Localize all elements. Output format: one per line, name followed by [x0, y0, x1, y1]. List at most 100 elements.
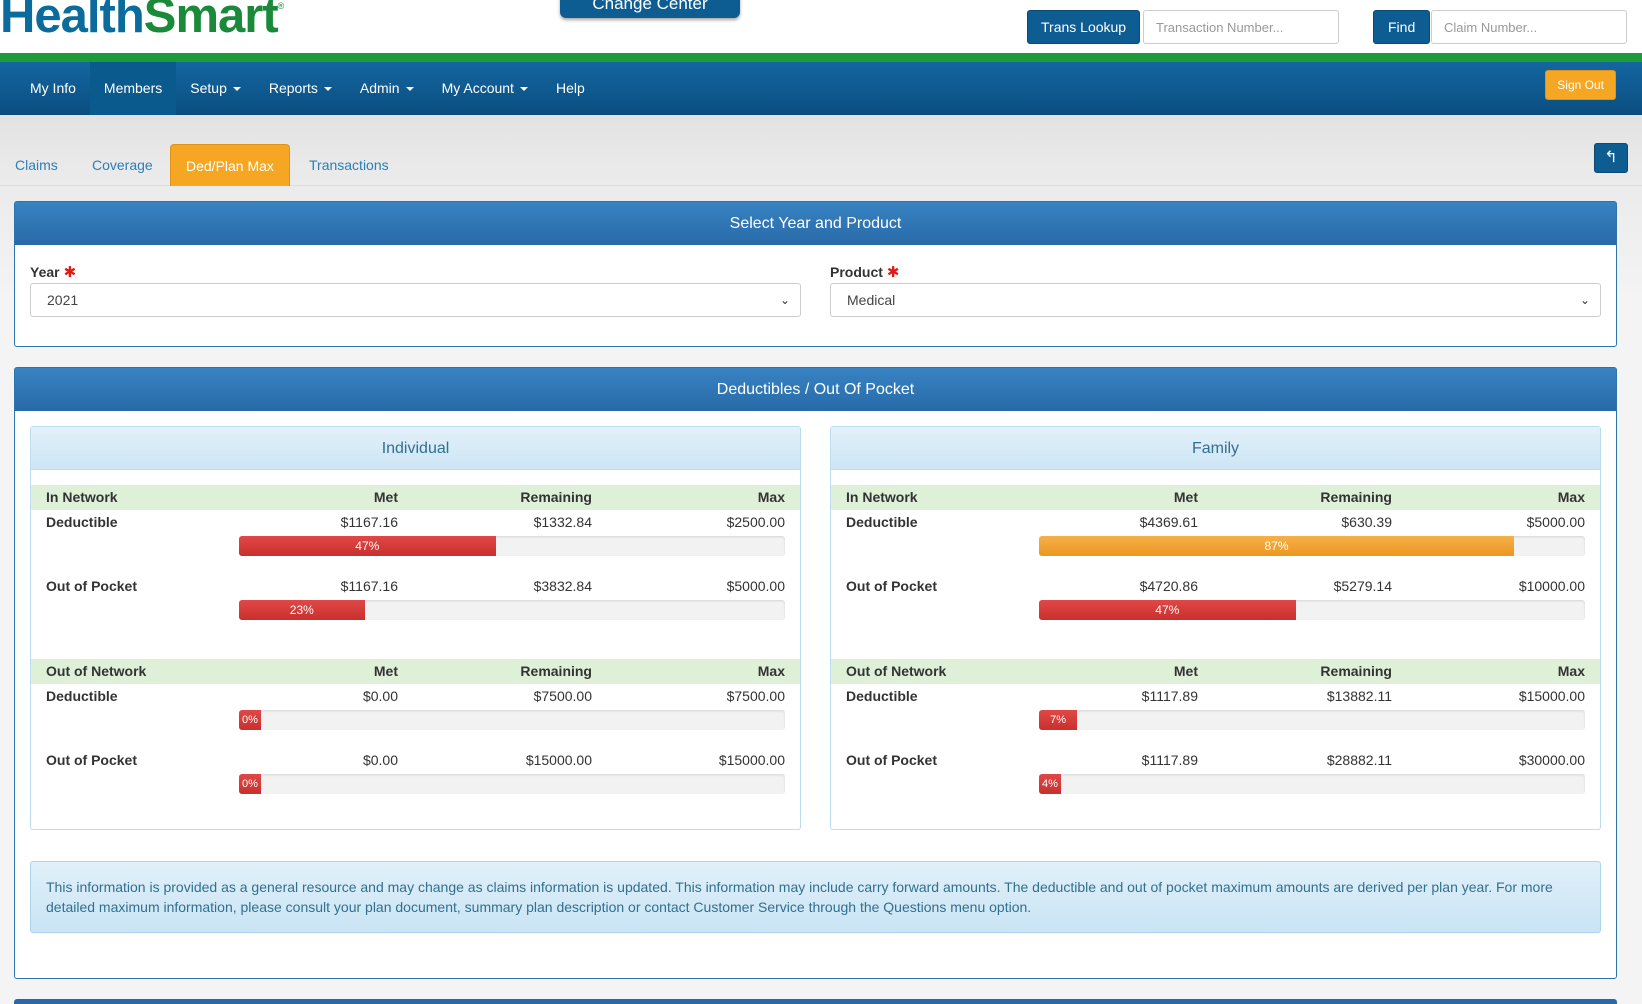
- product-select-value: Medical: [847, 292, 896, 308]
- tab-transactions[interactable]: Transactions: [294, 144, 404, 186]
- family-out-network-header: Out of Network Met Remaining Max: [831, 659, 1600, 684]
- progress-label: 0%: [242, 778, 258, 790]
- max-header: Max: [1557, 489, 1585, 505]
- progress-label: 87%: [1264, 539, 1289, 553]
- individual-in-network-deductible-row: Deductible $1167.16 $1332.84 $2500.00: [31, 510, 800, 535]
- sign-out-button[interactable]: Sign Out: [1545, 70, 1616, 100]
- individual-title: Individual: [31, 427, 800, 470]
- caret-down-icon: [519, 87, 528, 92]
- row-label: Out of Pocket: [46, 752, 138, 768]
- nav-my-info-label: My Info: [30, 80, 76, 96]
- max-value: $15000.00: [1518, 688, 1585, 704]
- caret-down-icon: [405, 87, 414, 92]
- nav-setup[interactable]: Setup: [176, 62, 255, 115]
- row-label: Out of Pocket: [46, 578, 138, 594]
- progress-bar-fill: 47%: [239, 536, 496, 556]
- top-header: HealthSmart® Change Center Trans Lookup …: [0, 0, 1642, 62]
- in-network-label: In Network: [46, 489, 118, 505]
- tab-claims[interactable]: Claims: [0, 144, 73, 186]
- met-value: $1117.89: [1141, 688, 1198, 704]
- tab-coverage[interactable]: Coverage: [77, 144, 168, 186]
- progress-label: 47%: [355, 539, 380, 553]
- remaining-header: Remaining: [1320, 489, 1392, 505]
- individual-in-network-oop-row: Out of Pocket $1167.16 $3832.84 $5000.00: [31, 574, 800, 599]
- out-of-network-label: Out of Network: [846, 663, 947, 679]
- healthsmart-logo[interactable]: HealthSmart®: [0, 0, 284, 43]
- progress-bar: 47%: [1039, 600, 1585, 620]
- year-label: Year ✱: [30, 263, 76, 281]
- nav-members[interactable]: Members: [89, 62, 177, 115]
- max-value: $5000.00: [726, 578, 785, 594]
- trans-lookup-button[interactable]: Trans Lookup: [1027, 10, 1141, 44]
- progress-label: 47%: [1155, 603, 1180, 617]
- out-of-network-label: Out of Network: [46, 663, 147, 679]
- family-out-network-deductible-row: Deductible $1117.89 $13882.11 $15000.00: [831, 684, 1600, 709]
- family-in-network-oop-row: Out of Pocket $4720.86 $5279.14 $10000.0…: [831, 574, 1600, 599]
- year-label-text: Year: [30, 264, 60, 280]
- met-header: Met: [373, 663, 398, 679]
- required-asterisk-icon: ✱: [63, 264, 77, 281]
- find-button[interactable]: Find: [1373, 10, 1431, 44]
- deductibles-panel: Deductibles / Out Of Pocket Individual I…: [14, 367, 1617, 979]
- max-value: $7500.00: [726, 688, 785, 704]
- nav-setup-label: Setup: [190, 80, 227, 96]
- met-value: $0.00: [362, 688, 398, 704]
- progress-bar-fill: 87%: [1039, 536, 1515, 556]
- met-value: $4720.86: [1139, 578, 1198, 594]
- remaining-value: $3832.84: [533, 578, 592, 594]
- met-header: Met: [373, 489, 398, 505]
- progress-bar: 87%: [1039, 536, 1585, 556]
- product-select[interactable]: Medical ⌄: [830, 283, 1601, 317]
- nav-help[interactable]: Help: [542, 62, 599, 115]
- nav-reports[interactable]: Reports: [255, 62, 346, 115]
- met-value: $4369.61: [1139, 514, 1198, 530]
- remaining-value: $28882.11: [1326, 752, 1392, 768]
- main-navbar: My Info Members Setup Reports Admin My A…: [0, 62, 1642, 115]
- product-label: Product ✱: [830, 263, 899, 281]
- remaining-value: $7500.00: [533, 688, 592, 704]
- in-network-label: In Network: [846, 489, 918, 505]
- nav-my-account[interactable]: My Account: [428, 62, 542, 115]
- family-in-network-deductible-row: Deductible $4369.61 $630.39 $5000.00: [831, 510, 1600, 535]
- change-center-button[interactable]: Change Center: [560, 0, 740, 18]
- nav-reports-label: Reports: [268, 80, 318, 96]
- claim-number-input[interactable]: [1431, 10, 1627, 44]
- caret-down-icon: [323, 87, 332, 92]
- remaining-value: $15000.00: [525, 752, 592, 768]
- caret-down-icon: [232, 87, 241, 92]
- next-panel-header-edge: [14, 999, 1617, 1004]
- progress-bar: 4%: [1039, 774, 1585, 794]
- met-value: $1167.16: [340, 514, 398, 530]
- logo-text-smart: Smart: [143, 0, 279, 43]
- required-asterisk-icon: ✱: [886, 264, 900, 281]
- undo-arrow-icon: ↰: [1604, 149, 1618, 166]
- max-header: Max: [1557, 663, 1585, 679]
- max-header: Max: [757, 489, 785, 505]
- progress-bar: 0%: [239, 710, 785, 730]
- row-label: Out of Pocket: [846, 578, 938, 594]
- max-value: $15000.00: [718, 752, 785, 768]
- remaining-value: $5279.14: [1333, 578, 1392, 594]
- met-value: $1167.16: [340, 578, 398, 594]
- family-out-network-oop-row: Out of Pocket $1117.89 $28882.11 $30000.…: [831, 748, 1600, 773]
- row-label: Deductible: [46, 514, 118, 530]
- max-header: Max: [757, 663, 785, 679]
- row-label: Deductible: [46, 688, 118, 704]
- individual-out-network-oop-row: Out of Pocket $0.00 $15000.00 $15000.00: [31, 748, 800, 773]
- progress-label: 23%: [289, 603, 314, 617]
- year-select[interactable]: 2021 ⌄: [30, 283, 801, 317]
- met-header: Met: [1173, 489, 1198, 505]
- progress-bar-fill: 0%: [239, 774, 261, 794]
- progress-bar-fill: 47%: [1039, 600, 1296, 620]
- tab-ded-plan-max[interactable]: Ded/Plan Max: [170, 144, 290, 186]
- nav-my-account-label: My Account: [441, 80, 514, 96]
- nav-admin-label: Admin: [359, 80, 400, 96]
- nav-my-info[interactable]: My Info: [16, 62, 90, 115]
- nav-help-label: Help: [555, 80, 585, 96]
- family-subpanel: Family In Network Met Remaining Max Dedu…: [830, 426, 1601, 830]
- progress-label: 4%: [1042, 778, 1058, 790]
- nav-admin[interactable]: Admin: [346, 62, 428, 115]
- transaction-number-input[interactable]: [1143, 10, 1339, 44]
- back-button[interactable]: ↰: [1594, 143, 1628, 173]
- select-panel-title: Select Year and Product: [15, 202, 1616, 245]
